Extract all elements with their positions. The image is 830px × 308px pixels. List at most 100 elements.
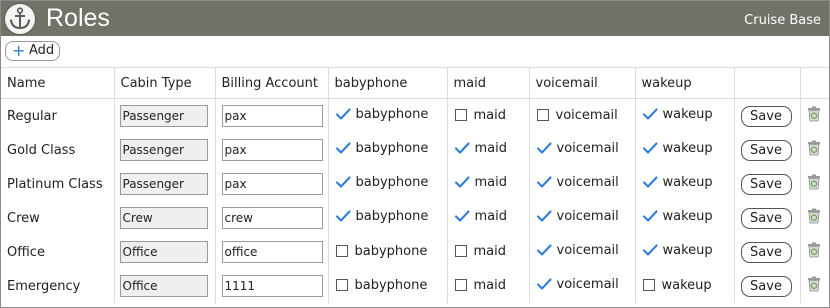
save-button[interactable]: Save [740,241,792,263]
babyphone-label: babyphone [355,140,429,156]
voicemail-checkbox[interactable]: voicemail [536,276,619,292]
babyphone-checkbox[interactable]: babyphone [335,174,429,190]
maid-checkbox[interactable]: maid [454,277,506,293]
cabin-type-field[interactable]: Passenger [119,173,208,195]
checkmark-icon[interactable] [642,208,658,224]
column-header-actions [733,67,800,99]
billing-account-field[interactable]: pax [221,173,323,195]
babyphone-checkbox[interactable]: babyphone [335,243,428,259]
babyphone-label: babyphone [355,208,429,224]
voicemail-checkbox[interactable]: voicemail [536,174,619,190]
maid-checkbox[interactable]: maid [454,208,507,224]
wakeup-checkbox[interactable]: wakeup [642,242,713,258]
billing-account-field[interactable]: pax [221,105,323,127]
checkmark-icon[interactable] [536,208,552,224]
billing-account-field[interactable]: crew [221,207,323,229]
trash-icon[interactable] [807,276,821,292]
add-button[interactable]: + Add [5,41,60,61]
unchecked-box[interactable] [454,245,467,257]
role-name: Crew [7,210,40,226]
babyphone-label: babyphone [354,243,428,259]
maid-checkbox[interactable]: maid [454,140,508,156]
voicemail-checkbox[interactable]: voicemail [536,140,619,156]
checkmark-icon[interactable] [335,140,351,156]
maid-label: maid [474,174,508,190]
column-header-name: Name [1,67,114,99]
wakeup-label: wakeup [662,140,713,156]
checkmark-icon[interactable] [454,208,470,224]
babyphone-label: babyphone [355,174,429,190]
unchecked-box[interactable] [536,109,549,121]
role-name: Office [7,244,45,260]
checkmark-icon[interactable] [642,106,658,122]
checkmark-icon[interactable] [335,174,351,190]
trash-icon[interactable] [807,208,821,224]
billing-account-field[interactable]: 1111 [221,275,323,297]
billing-account-field[interactable]: office [221,241,323,263]
cabin-type-field[interactable]: Office [119,241,208,263]
billing-account-field[interactable]: pax [221,139,323,161]
checkmark-icon[interactable] [536,276,552,292]
trash-icon[interactable] [807,174,821,190]
column-header-cabin-type: Cabin Type [113,67,215,99]
unchecked-box[interactable] [454,279,467,291]
table-body: Regular Passenger pax babyphone maid voicemai… [1,98,829,303]
checkmark-icon[interactable] [642,174,658,190]
unchecked-box[interactable] [454,109,467,121]
maid-label: maid [474,140,508,156]
column-header-babyphone: babyphone [327,67,447,99]
checkmark-icon[interactable] [536,242,552,258]
trash-icon[interactable] [807,140,821,156]
wakeup-checkbox[interactable]: wakeup [642,140,713,156]
maid-label: maid [473,107,507,123]
wakeup-checkbox[interactable]: wakeup [642,174,713,190]
wakeup-label: wakeup [662,106,713,122]
checkmark-icon[interactable] [536,174,552,190]
maid-checkbox[interactable]: maid [454,107,507,123]
brand-name: Cruise Base [744,13,821,28]
maid-checkbox[interactable]: maid [454,243,506,259]
save-button[interactable]: Save [740,207,792,229]
cabin-type-field[interactable]: Passenger [119,139,208,161]
role-name: Emergency [7,278,81,294]
voicemail-label: voicemail [556,140,619,156]
wakeup-checkbox[interactable]: wakeup [642,277,712,293]
unchecked-box[interactable] [642,279,655,291]
column-header-delete [799,67,829,99]
wakeup-checkbox[interactable]: wakeup [642,208,713,224]
role-name: Platinum Class [7,176,103,192]
column-header-voicemail: voicemail [528,67,635,99]
trash-icon[interactable] [807,242,821,258]
unchecked-box[interactable] [335,279,348,291]
checkmark-icon[interactable] [642,242,658,258]
cabin-type-field[interactable]: Office [119,275,208,297]
voicemail-checkbox[interactable]: voicemail [536,208,619,224]
maid-checkbox[interactable]: maid [454,174,508,190]
voicemail-checkbox[interactable]: voicemail [536,242,619,258]
babyphone-label: babyphone [354,277,428,293]
checkmark-icon[interactable] [536,140,552,156]
checkmark-icon[interactable] [454,140,470,156]
checkmark-icon[interactable] [642,140,658,156]
babyphone-checkbox[interactable]: babyphone [335,140,429,156]
voicemail-label: voicemail [556,242,619,258]
cabin-type-field[interactable]: Passenger [119,105,208,127]
voicemail-label: voicemail [555,107,618,123]
voicemail-checkbox[interactable]: voicemail [536,107,618,123]
unchecked-box[interactable] [335,245,348,257]
babyphone-checkbox[interactable]: babyphone [335,208,429,224]
cabin-type-field[interactable]: Crew [119,207,208,229]
save-button[interactable]: Save [740,173,792,195]
babyphone-checkbox[interactable]: babyphone [335,277,428,293]
babyphone-label: babyphone [355,106,429,122]
checkmark-icon[interactable] [335,106,351,122]
save-button[interactable]: Save [740,275,792,297]
trash-icon[interactable] [807,106,821,122]
wakeup-checkbox[interactable]: wakeup [642,106,713,122]
save-button[interactable]: Save [740,139,792,161]
voicemail-label: voicemail [556,276,619,292]
babyphone-checkbox[interactable]: babyphone [335,106,429,122]
save-button[interactable]: Save [740,105,792,127]
checkmark-icon[interactable] [335,208,351,224]
checkmark-icon[interactable] [454,174,470,190]
